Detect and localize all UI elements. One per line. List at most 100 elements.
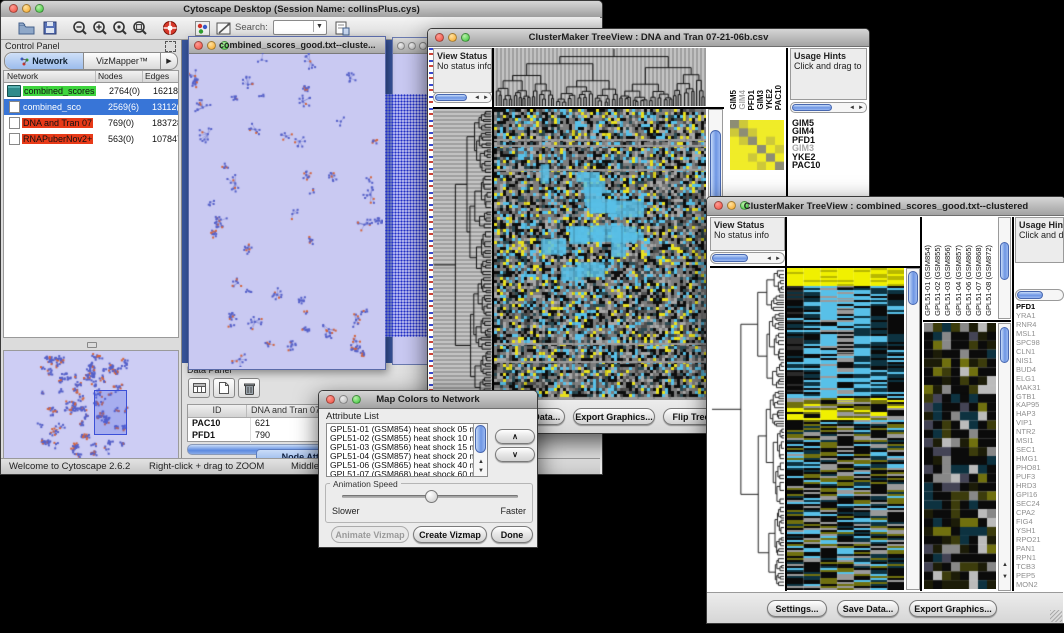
tv2-column-label[interactable]: GPL51-03 (GSM856) (943, 245, 953, 316)
tv2-row-dendrogram[interactable] (710, 267, 785, 589)
gene-label[interactable]: MON2 (1016, 581, 1064, 590)
tv1-column-label[interactable]: GIM5 (729, 90, 738, 110)
dialog-titlebar[interactable]: Map Colors to Network (319, 391, 537, 409)
tab-network[interactable]: Network (5, 53, 84, 69)
tv2-zoom-vscroll[interactable]: ▲ ▼ (998, 323, 1011, 591)
map-colors-dialog: Map Colors to Network Attribute List GPL… (318, 390, 538, 548)
tv2-hints-scrollbar[interactable] (1015, 289, 1064, 301)
export-graphics-button[interactable]: Export Graphics... (909, 600, 997, 617)
column-header-id[interactable]: ID (188, 405, 247, 417)
column-header-nodes[interactable]: Nodes (96, 71, 143, 82)
tv2-zoom-heatmap[interactable] (924, 323, 996, 589)
tv1-status-scrollbar[interactable]: ◄ ► (433, 92, 492, 103)
tv2-collabel-vscroll[interactable] (998, 217, 1011, 319)
tv2-status-scrollbar[interactable]: ◄ ► (710, 252, 785, 264)
tv2-column-label[interactable]: GPL51-01 (GSM854) (923, 245, 933, 316)
network-table-row[interactable]: combined_sco 2569(6) 13112(15) (4, 99, 178, 115)
tv2-column-label[interactable]: GPL51-08 (GSM872) (984, 245, 994, 316)
treeview2-titlebar[interactable]: ClusterMaker TreeView : combined_scores_… (707, 197, 1064, 216)
control-panel: Control Panel Network VizMapper™ ▶ Netwo… (1, 40, 182, 458)
scroll-left-icon[interactable]: ◄ (849, 105, 855, 111)
tab-overflow-button[interactable]: ▶ (160, 53, 177, 69)
tv1-column-label[interactable]: GIM4 (738, 90, 747, 110)
network-view-window[interactable]: combined_scores_good.txt--cluste... (188, 36, 386, 370)
tv1-column-label[interactable]: PAC10 (774, 85, 783, 110)
tv2-column-label[interactable]: GPL51-07 (GSM868) (974, 245, 984, 316)
tv2-column-labels: GPL51-01 (GSM854)GPL51-02 (GSM855)GPL51-… (923, 217, 997, 319)
network-icon (9, 117, 20, 129)
scroll-right-icon[interactable]: ► (775, 256, 781, 262)
attribute-listbox[interactable]: GPL51-01 (GSM854) heat shock 05 minGPL51… (326, 423, 488, 477)
network-table-row[interactable]: RNAPuberNov2+ 563(0) 107847(0) (4, 131, 178, 147)
scroll-right-icon[interactable]: ► (483, 95, 489, 101)
new-document-icon[interactable] (213, 378, 235, 398)
scroll-up-icon[interactable]: ▲ (478, 459, 484, 465)
network-table-row[interactable]: DNA and Tran 07 769(0) 183728(0) (4, 115, 178, 131)
tv1-row-dendrogram[interactable] (433, 109, 492, 399)
tv1-row-label[interactable]: PAC10 (792, 161, 866, 169)
speed-slider-thumb[interactable] (425, 490, 438, 503)
move-down-button[interactable]: ∨ (495, 447, 535, 462)
create-vizmap-button[interactable]: Create Vizmap (413, 526, 487, 543)
status-welcome: Welcome to Cytoscape 2.6.2 (9, 461, 130, 472)
float-panel-icon[interactable] (165, 41, 176, 52)
table-icon[interactable] (188, 378, 210, 398)
tv1-view-status: View StatusNo status info f (433, 48, 492, 93)
zoom-in-icon[interactable] (89, 17, 111, 39)
scroll-right-icon[interactable]: ► (858, 105, 864, 111)
network-view-titlebar[interactable]: combined_scores_good.txt--cluste... (189, 37, 385, 54)
tv2-column-label[interactable]: GPL51-04 (GSM857) (954, 245, 964, 316)
treeview1-titlebar[interactable]: ClusterMaker TreeView : DNA and Tran 07-… (428, 29, 869, 47)
network-icon (7, 85, 21, 97)
close-icon[interactable] (397, 42, 405, 50)
open-icon[interactable] (15, 17, 37, 39)
chevron-down-icon[interactable]: ▼ (313, 21, 325, 32)
main-titlebar[interactable]: Cytoscape Desktop (Session Name: collins… (1, 1, 602, 18)
network-canvas[interactable] (189, 53, 383, 367)
help-ring-icon[interactable] (159, 17, 181, 39)
network-table-row[interactable]: combined_scores 2764(0) 16218(0) (4, 83, 178, 99)
tv2-column-label[interactable]: GPL51-06 (GSM865) (964, 245, 974, 316)
column-header-edges[interactable]: Edges (143, 71, 178, 82)
scroll-down-icon[interactable]: ▼ (1002, 574, 1008, 580)
done-button[interactable]: Done (491, 526, 533, 543)
zoom-window-icon[interactable] (419, 42, 427, 50)
scroll-left-icon[interactable]: ◄ (766, 256, 772, 262)
scroll-down-icon[interactable]: ▼ (478, 468, 484, 474)
tv2-heatmap-vscroll[interactable] (906, 268, 920, 590)
column-header-network[interactable]: Network (4, 71, 96, 82)
scroll-up-icon[interactable]: ▲ (1002, 562, 1008, 568)
network-table: combined_scores 2764(0) 16218(0) combine… (3, 83, 179, 338)
attribute-list-item[interactable]: GPL51-07 (GSM868) heat shock 60 min (330, 470, 487, 477)
search-input[interactable]: ▼ (273, 20, 327, 35)
tv1-column-label[interactable]: GIM3 (756, 90, 765, 110)
zoom-out-icon[interactable] (69, 17, 91, 39)
overview-viewport[interactable] (94, 390, 127, 435)
tv2-heatmap[interactable] (787, 268, 904, 590)
tv1-column-dendrogram[interactable] (494, 48, 706, 106)
settings-button[interactable]: Settings... (767, 600, 827, 617)
move-up-button[interactable]: ∧ (495, 429, 535, 444)
tv2-column-label[interactable]: GPL51-02 (GSM855) (933, 245, 943, 316)
delete-trash-icon[interactable] (238, 378, 260, 398)
minimize-icon[interactable] (408, 42, 416, 50)
tv1-similarity-matrix[interactable] (730, 120, 784, 170)
dialog-title: Map Colors to Network (319, 394, 537, 405)
zoom-fit-icon[interactable] (129, 17, 151, 39)
tv1-column-label[interactable]: YKE2 (765, 89, 774, 110)
panel-splitter[interactable] (3, 340, 179, 349)
tv1-column-label[interactable]: PFD1 (747, 90, 756, 110)
zoom-selected-icon[interactable] (109, 17, 131, 39)
tv1-heatmap[interactable] (494, 109, 706, 399)
tv1-hints-scrollbar[interactable]: ◄ ► (790, 102, 867, 113)
export-graphics-button[interactable]: Export Graphics... (573, 408, 655, 425)
save-data-button[interactable]: Save Data... (837, 600, 899, 617)
tab-vizmapper[interactable]: VizMapper™ (84, 53, 160, 69)
network-overview[interactable] (3, 350, 179, 462)
resize-grip[interactable] (1050, 610, 1062, 622)
save-icon[interactable] (39, 17, 61, 39)
scroll-left-icon[interactable]: ◄ (474, 95, 480, 101)
minimize-icon[interactable] (207, 41, 216, 50)
animate-vizmap-button[interactable]: Animate Vizmap (331, 526, 409, 543)
close-icon[interactable] (194, 41, 203, 50)
